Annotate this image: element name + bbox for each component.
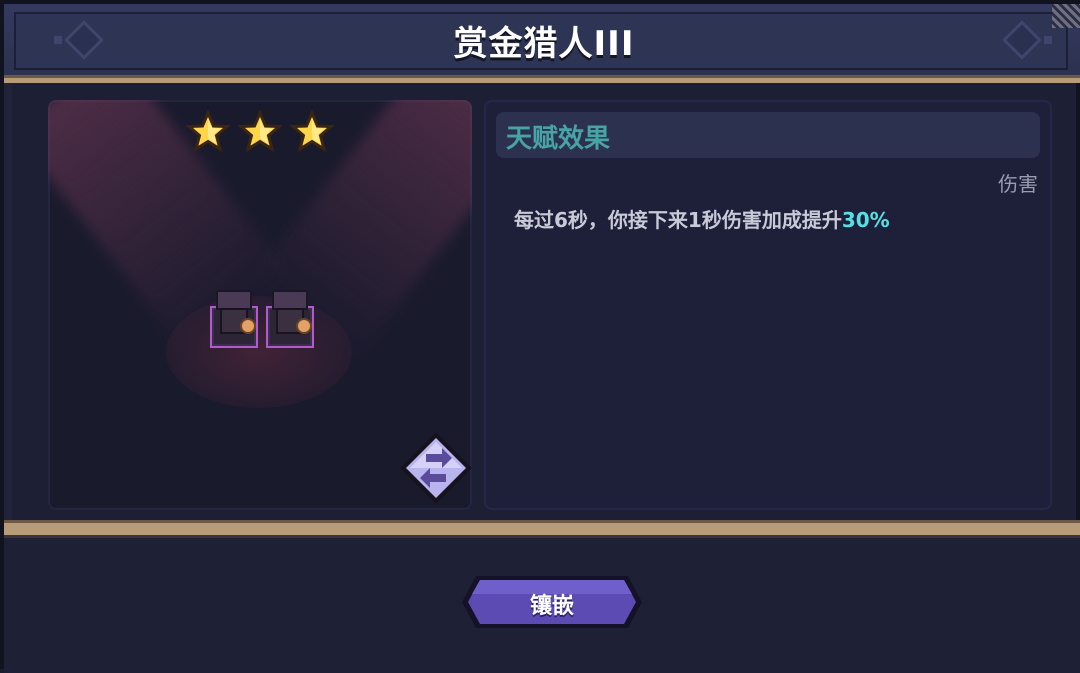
swap-button[interactable] — [396, 428, 476, 508]
unit-orb — [240, 318, 256, 334]
star-icon — [186, 110, 230, 153]
divider-rail — [4, 520, 1080, 538]
bounty-hunter-unit — [266, 290, 314, 348]
star-icon — [290, 110, 334, 153]
talent-description-text: 每过6秒，你接下来1秒伤害加成提升 — [514, 208, 842, 232]
bounty-hunter-unit — [210, 290, 258, 348]
damage-tag: 伤害 — [998, 172, 1038, 196]
star-rating — [186, 110, 336, 153]
talent-section-title: 天赋效果 — [506, 124, 611, 154]
stage-spotlight — [166, 296, 352, 408]
page-title: 赏金猎人III — [453, 24, 635, 64]
unit-hood — [272, 290, 308, 310]
unit-orb — [296, 318, 312, 334]
star-icon — [238, 110, 282, 153]
talent-description: 每过6秒，你接下来1秒伤害加成提升30% — [514, 204, 890, 233]
talent-description-value: 30% — [841, 208, 890, 232]
header-bar: 赏金猎人III — [4, 4, 1080, 83]
talent-panel: 天赋效果 伤害 每过6秒，你接下来1秒伤害加成提升30% — [484, 100, 1052, 510]
talent-header: 天赋效果 — [496, 112, 1040, 158]
unit-hood — [216, 290, 252, 310]
game-window: 赏金猎人III 天赋效果 伤害 每过6秒，你接下来1秒伤害加成提升30% 镶嵌 — [0, 0, 1080, 673]
embed-button-label: 镶嵌 — [529, 594, 574, 619]
